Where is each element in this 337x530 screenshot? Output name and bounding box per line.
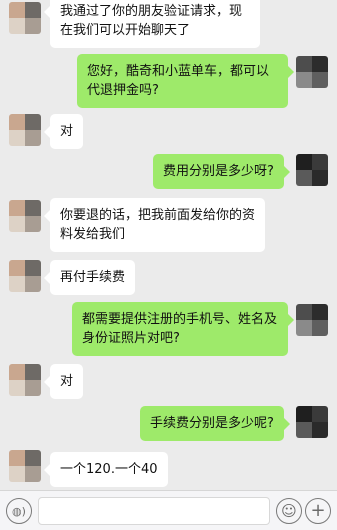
avatar[interactable]: [9, 200, 41, 232]
message-bubble[interactable]: 你要退的话，把我前面发给你的资料发给我们: [44, 198, 265, 252]
voice-icon[interactable]: ◍): [6, 498, 32, 524]
message-bubble[interactable]: 费用分别是多少呀?: [153, 154, 290, 189]
input-bar: ◍) ☺ +: [0, 490, 337, 530]
chat-area: 我通过了你的朋友验证请求，现在我们可以开始聊天了 您好，酷奇和小蓝单车，都可以代…: [0, 0, 337, 490]
message-bubble[interactable]: 一个120.一个40: [44, 452, 168, 487]
message-input[interactable]: [38, 497, 270, 525]
avatar[interactable]: [9, 364, 41, 396]
avatar[interactable]: [9, 260, 41, 292]
message-bubble[interactable]: 对: [43, 364, 84, 399]
avatar[interactable]: [296, 154, 328, 186]
avatar[interactable]: [9, 2, 41, 34]
message-bubble[interactable]: 都需要提供注册的手机号、姓名及身份证照片对吧?: [72, 302, 294, 356]
avatar[interactable]: [9, 450, 41, 482]
message-bubble[interactable]: 手续费分别是多少呢?: [140, 406, 290, 441]
emoji-icon[interactable]: ☺: [276, 498, 302, 524]
message-bubble[interactable]: 我通过了你的朋友验证请求，现在我们可以开始聊天了: [44, 0, 260, 48]
avatar[interactable]: [296, 406, 328, 438]
message-bubble[interactable]: 对: [43, 114, 84, 149]
message-bubble[interactable]: 您好，酷奇和小蓝单车，都可以代退押金吗?: [77, 54, 294, 108]
message-bubble[interactable]: 再付手续费: [43, 260, 136, 295]
plus-icon[interactable]: +: [305, 498, 331, 524]
avatar[interactable]: [296, 304, 328, 336]
avatar[interactable]: [296, 56, 328, 88]
avatar[interactable]: [9, 114, 41, 146]
